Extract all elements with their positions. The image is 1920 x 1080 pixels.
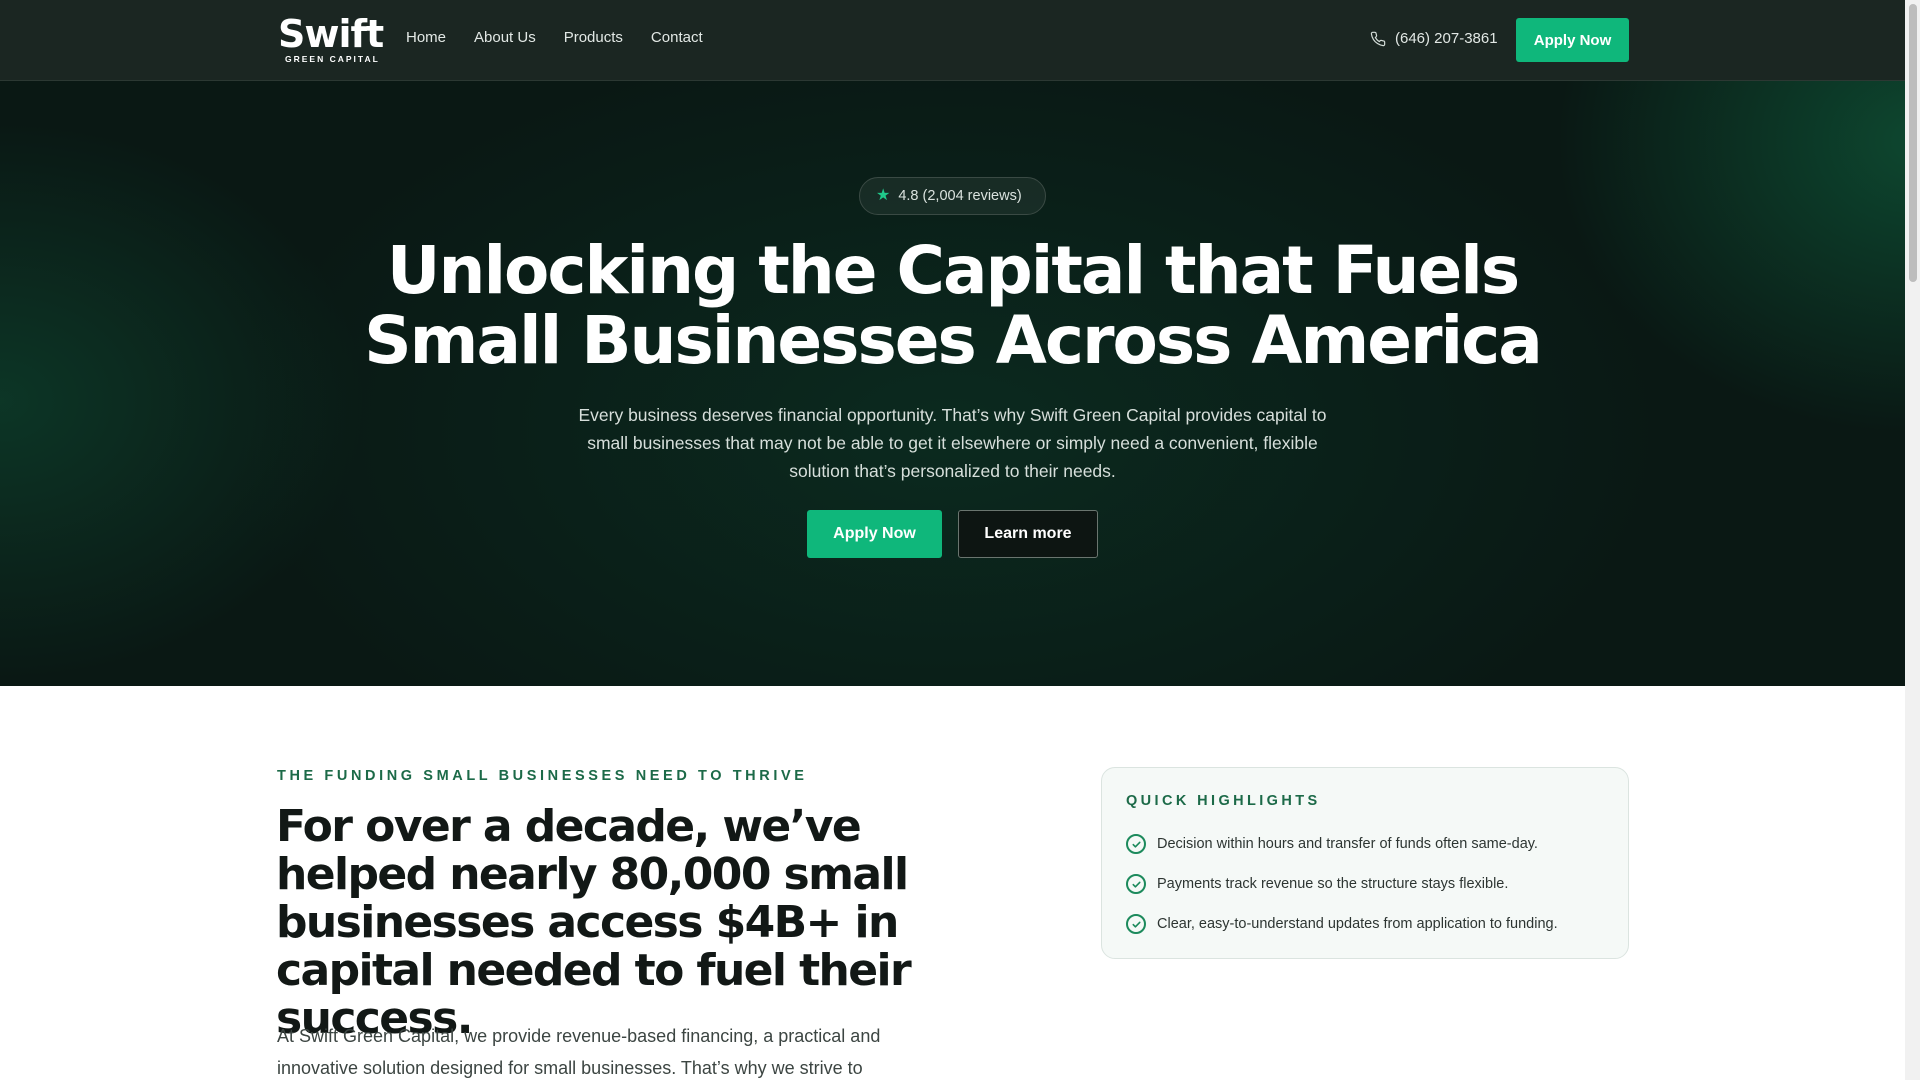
section-body: At Swift Green Capital, we provide reven… [277, 1026, 881, 1078]
quick-highlights-card: QUICK HIGHLIGHTS Decision within hours a… [1101, 767, 1629, 959]
highlight-text: Payments track revenue so the structure … [1157, 876, 1509, 892]
section-eyebrow: THE FUNDING SMALL BUSINESSES NEED TO THR… [277, 768, 808, 784]
highlight-item: Payments track revenue so the structure … [1126, 874, 1508, 894]
phone-link[interactable]: (646) 207-3861 [1370, 30, 1498, 47]
hero-apply-now-button[interactable]: Apply Now [807, 510, 942, 558]
nav-link-contact[interactable]: Contact [651, 29, 703, 46]
rating-badge: ★ 4.8 (2,004 reviews) [859, 177, 1046, 215]
highlight-text: Decision within hours and transfer of fu… [1157, 836, 1538, 852]
top-navbar: Swift GREEN CAPITAL Home About Us Produc… [0, 0, 1905, 81]
hero-title: Unlocking the Capital that Fuels Small B… [364, 232, 1543, 379]
highlight-text: Clear, easy-to-understand updates from a… [1157, 916, 1558, 932]
nav-apply-now-button[interactable]: Apply Now [1516, 18, 1629, 62]
logo-subtitle: GREEN CAPITAL [285, 54, 380, 64]
nav-link-products[interactable]: Products [564, 29, 623, 46]
page: Swift GREEN CAPITAL Home About Us Produc… [0, 0, 1905, 1080]
section-title: For over a decade, we’ve helped nearly 8… [276, 801, 912, 1044]
hero-section: ★ 4.8 (2,004 reviews) Unlocking the Capi… [0, 81, 1905, 686]
check-circle-icon [1126, 834, 1146, 854]
check-circle-icon [1126, 874, 1146, 894]
logo[interactable]: Swift GREEN CAPITAL [278, 12, 384, 66]
star-icon: ★ [876, 187, 891, 204]
page-scrollbar[interactable] [1905, 0, 1920, 1080]
nav-link-about-us[interactable]: About Us [474, 29, 536, 46]
hero-description: Every business deserves financial opport… [578, 405, 1327, 481]
phone-number: (646) 207-3861 [1395, 30, 1498, 47]
scrollbar-thumb[interactable] [1909, 4, 1917, 282]
hero-learn-more-button[interactable]: Learn more [958, 510, 1098, 558]
logo-wordmark: Swift [278, 12, 384, 56]
highlights-title: QUICK HIGHLIGHTS [1126, 793, 1321, 809]
highlight-item: Clear, easy-to-understand updates from a… [1126, 914, 1558, 934]
highlight-item: Decision within hours and transfer of fu… [1126, 834, 1538, 854]
check-circle-icon [1126, 914, 1146, 934]
rating-text: 4.8 (2,004 reviews) [898, 188, 1022, 204]
hero-buttons: Apply Now Learn more [807, 510, 1098, 558]
main-nav: Home About Us Products Contact [406, 29, 731, 46]
phone-icon [1370, 31, 1386, 46]
nav-link-home[interactable]: Home [406, 29, 446, 46]
